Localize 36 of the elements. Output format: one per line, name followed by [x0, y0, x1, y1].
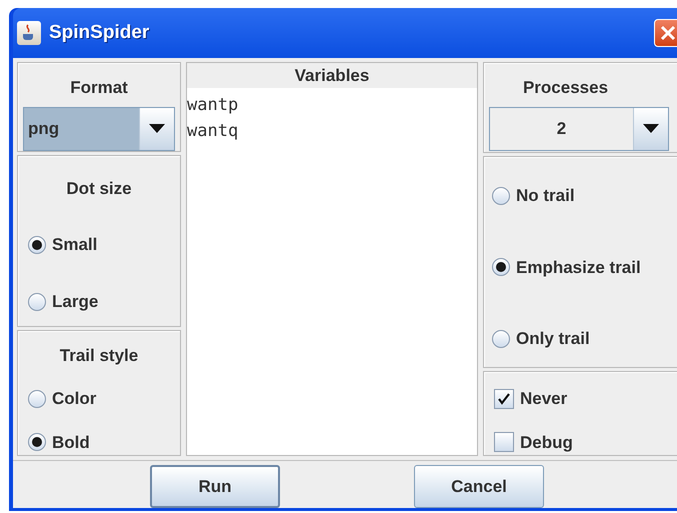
radio-button[interactable]: [28, 433, 46, 452]
close-button[interactable]: [654, 19, 677, 47]
dropdown[interactable]: png: [23, 106, 175, 150]
radio-button[interactable]: [28, 236, 46, 254]
checkbox[interactable]: [494, 388, 514, 409]
close-icon: [660, 25, 676, 41]
format-label: Format: [70, 77, 128, 99]
trail-style-label: Trail style: [60, 344, 138, 366]
checkbox-label[interactable]: Debug: [520, 430, 573, 455]
radio-label[interactable]: Color: [52, 386, 96, 412]
radio-label[interactable]: Large: [52, 289, 98, 315]
cancel-button[interactable]: Cancel: [414, 465, 544, 508]
run-button[interactable]: Run: [150, 465, 280, 508]
radio-button[interactable]: [492, 258, 510, 276]
processes-label: Processes: [522, 77, 608, 99]
radio-button[interactable]: [492, 330, 510, 348]
radio-label[interactable]: Bold: [52, 430, 90, 455]
column-header: Variables: [187, 63, 477, 88]
list-item[interactable]: wantq: [187, 118, 238, 144]
radio-button[interactable]: [28, 390, 46, 408]
dropdown[interactable]: 2: [489, 106, 669, 150]
radio-button[interactable]: [492, 186, 510, 205]
list-item[interactable]: wantp: [187, 92, 238, 118]
radio-label[interactable]: Only trail: [516, 326, 590, 352]
dot-size-label: Dot size: [66, 178, 132, 200]
radio-label[interactable]: Small: [52, 232, 98, 258]
radio-label[interactable]: No trail: [516, 183, 575, 208]
checkbox[interactable]: [494, 432, 514, 452]
caret-icon[interactable]: [633, 108, 668, 150]
coffee-cup-icon: [17, 21, 41, 45]
dropdown-value: png: [24, 108, 139, 150]
caret-icon[interactable]: [139, 108, 174, 150]
radio-label[interactable]: Emphasize trail: [516, 254, 641, 280]
window-title: SpinSpider: [49, 20, 150, 45]
checkbox-label[interactable]: Never: [520, 386, 568, 412]
radio-button[interactable]: [28, 293, 46, 312]
